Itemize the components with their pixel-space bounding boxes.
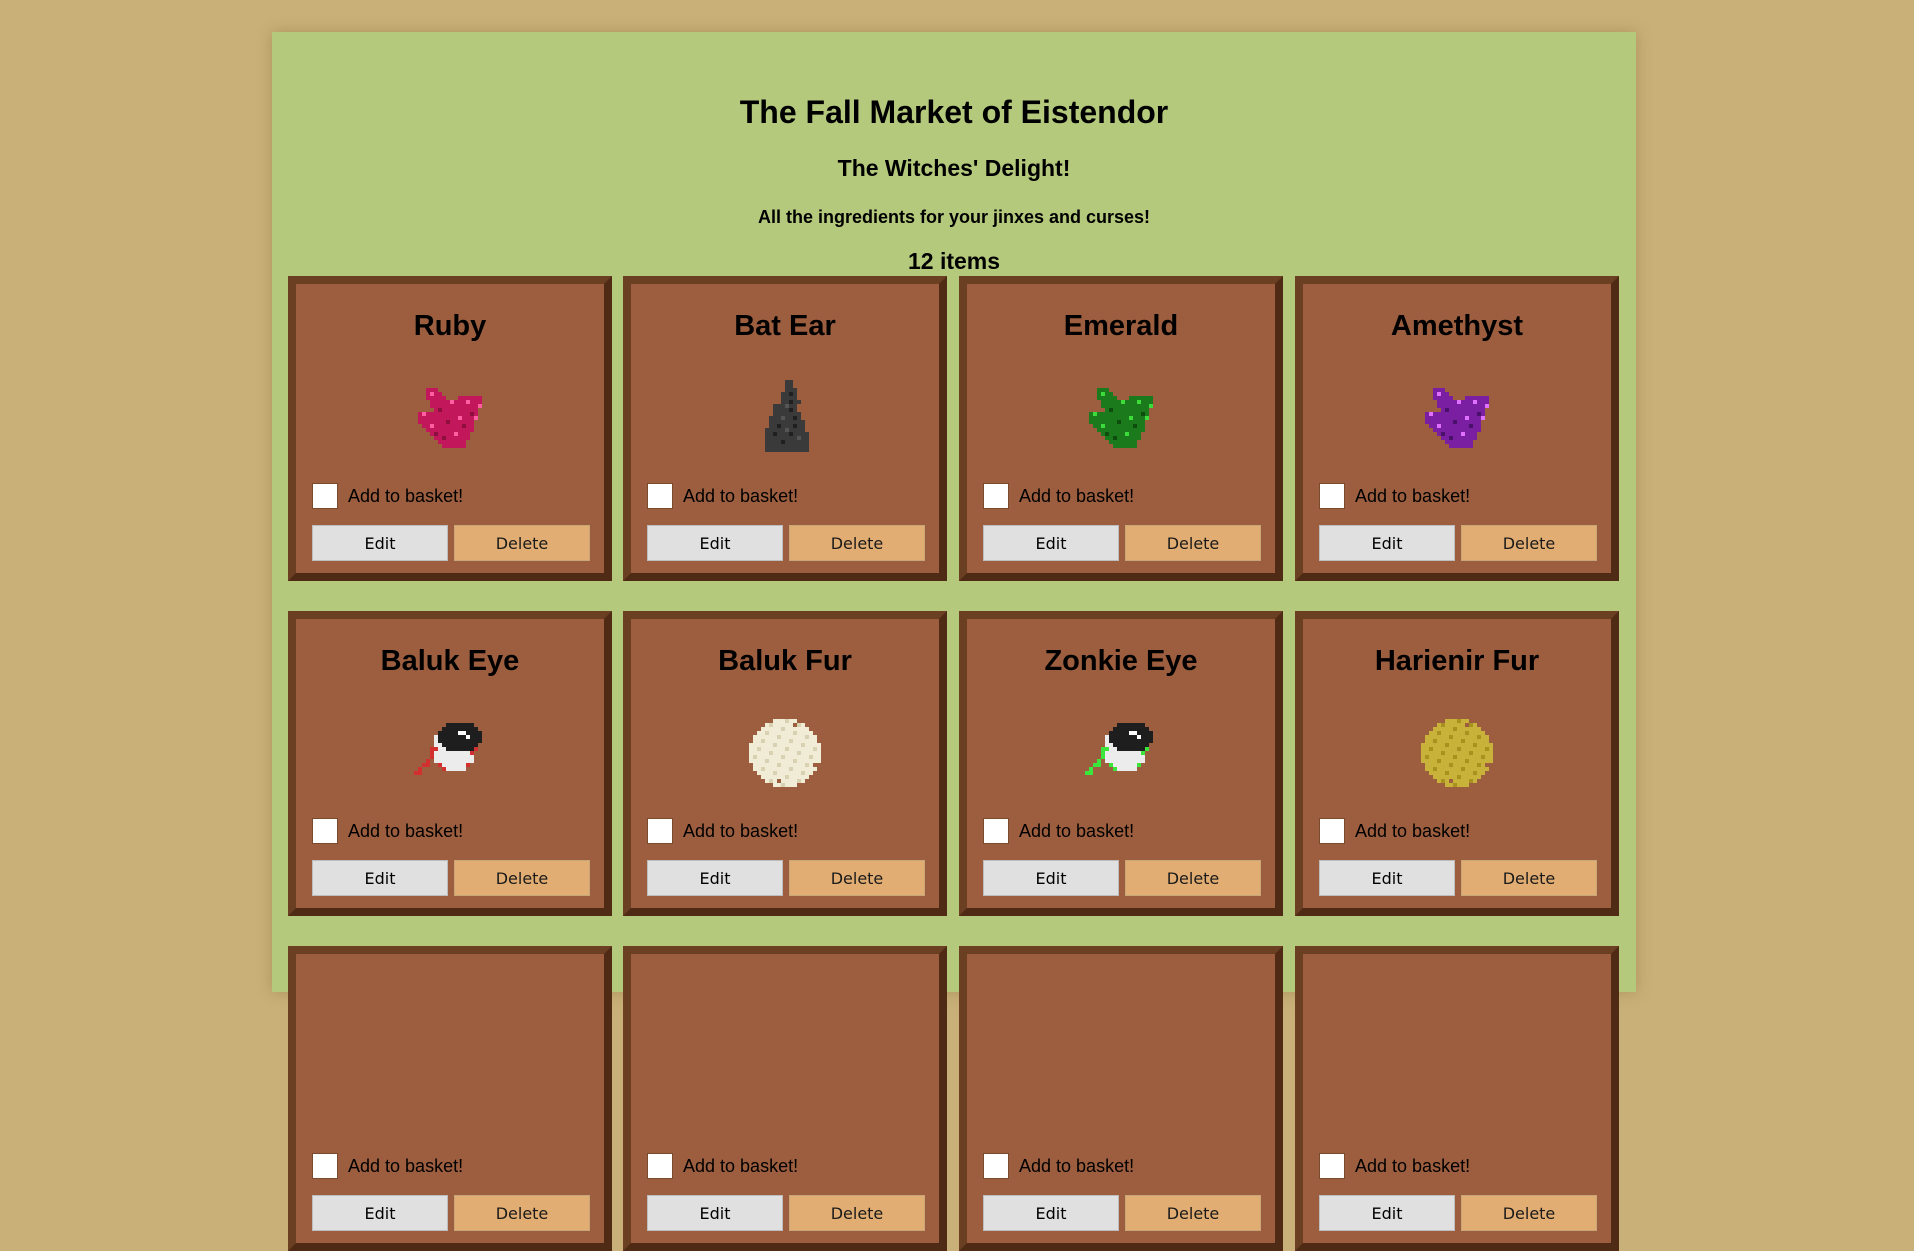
amethyst-gem-icon	[1417, 372, 1497, 460]
basket-checkbox[interactable]	[1319, 483, 1345, 509]
delete-button[interactable]: Delete	[1125, 525, 1261, 561]
item-name: Baluk Fur	[718, 645, 852, 677]
delete-button[interactable]: Delete	[1461, 525, 1597, 561]
basket-checkbox[interactable]	[647, 818, 673, 844]
item-name: Ruby	[413, 310, 487, 342]
item-icon	[410, 1042, 490, 1130]
item-icon	[745, 1042, 825, 1130]
item-card: Add to basket! Edit Delete	[623, 946, 947, 1251]
delete-button[interactable]: Delete	[1125, 1195, 1261, 1231]
item-name: Amethyst	[1390, 310, 1524, 342]
basket-label: Add to basket!	[348, 820, 464, 841]
delete-button[interactable]: Delete	[789, 525, 925, 561]
edit-button[interactable]: Edit	[312, 1195, 448, 1231]
add-to-basket[interactable]: Add to basket!	[647, 816, 798, 846]
basket-label: Add to basket!	[683, 1155, 799, 1176]
basket-label: Add to basket!	[348, 1155, 464, 1176]
add-to-basket[interactable]: Add to basket!	[1319, 481, 1470, 511]
basket-label: Add to basket!	[683, 485, 799, 506]
add-to-basket[interactable]: Add to basket!	[647, 1151, 798, 1181]
edit-button[interactable]: Edit	[1319, 525, 1455, 561]
basket-checkbox[interactable]	[312, 818, 338, 844]
basket-label: Add to basket!	[1355, 820, 1471, 841]
basket-checkbox[interactable]	[983, 483, 1009, 509]
basket-label: Add to basket!	[683, 820, 799, 841]
add-to-basket[interactable]: Add to basket!	[983, 1151, 1134, 1181]
edit-button[interactable]: Edit	[647, 1195, 783, 1231]
item-card: Emerald Add to basket! Edit Delete	[959, 276, 1283, 581]
delete-button[interactable]: Delete	[789, 860, 925, 896]
delete-button[interactable]: Delete	[1461, 1195, 1597, 1231]
item-name: Emerald	[1063, 310, 1179, 342]
add-to-basket[interactable]: Add to basket!	[312, 481, 463, 511]
delete-button[interactable]: Delete	[454, 1195, 590, 1231]
edit-button[interactable]: Edit	[983, 525, 1119, 561]
basket-label: Add to basket!	[1355, 1155, 1471, 1176]
page-title: The Fall Market of Eistendor	[739, 94, 1169, 130]
page-tagline: All the ingredients for your jinxes and …	[757, 207, 1151, 227]
delete-button[interactable]: Delete	[454, 860, 590, 896]
add-to-basket[interactable]: Add to basket!	[983, 481, 1134, 511]
baluk-fur-icon	[745, 707, 825, 795]
page-subtitle: The Witches' Delight!	[837, 155, 1071, 181]
baluk-eye-icon	[410, 707, 490, 795]
harienir-fur-icon	[1417, 707, 1497, 795]
item-card: Harienir Fur Add to basket! Edit Delete	[1295, 611, 1619, 916]
add-to-basket[interactable]: Add to basket!	[647, 481, 798, 511]
item-card: Add to basket! Edit Delete	[959, 946, 1283, 1251]
basket-checkbox[interactable]	[312, 1153, 338, 1179]
edit-button[interactable]: Edit	[1319, 1195, 1455, 1231]
basket-label: Add to basket!	[1019, 485, 1135, 506]
edit-button[interactable]: Edit	[983, 1195, 1119, 1231]
emerald-gem-icon	[1081, 372, 1161, 460]
item-name: Harienir Fur	[1374, 645, 1540, 677]
basket-label: Add to basket!	[1355, 485, 1471, 506]
item-card: Amethyst Add to basket! Edit Delete	[1295, 276, 1619, 581]
basket-label: Add to basket!	[348, 485, 464, 506]
item-icon	[1081, 1042, 1161, 1130]
basket-label: Add to basket!	[1019, 820, 1135, 841]
edit-button[interactable]: Edit	[647, 525, 783, 561]
item-card: Add to basket! Edit Delete	[1295, 946, 1619, 1251]
edit-button[interactable]: Edit	[312, 525, 448, 561]
basket-checkbox[interactable]	[312, 483, 338, 509]
bat-ear-icon	[745, 372, 825, 460]
add-to-basket[interactable]: Add to basket!	[1319, 1151, 1470, 1181]
item-count: 12 items	[907, 248, 1001, 274]
item-card: Baluk Eye Add to basket! Edit Delete	[288, 611, 612, 916]
basket-checkbox[interactable]	[647, 483, 673, 509]
item-card: Zonkie Eye Add to basket! Edit Delete	[959, 611, 1283, 916]
edit-button[interactable]: Edit	[647, 860, 783, 896]
item-name: Zonkie Eye	[1044, 645, 1198, 677]
item-icon	[1417, 1042, 1497, 1130]
item-card: Ruby Add to basket! Edit Delete	[288, 276, 612, 581]
add-to-basket[interactable]: Add to basket!	[983, 816, 1134, 846]
item-name: Bat Ear	[734, 310, 836, 342]
zonkie-eye-icon	[1081, 707, 1161, 795]
basket-checkbox[interactable]	[983, 818, 1009, 844]
add-to-basket[interactable]: Add to basket!	[1319, 816, 1470, 846]
edit-button[interactable]: Edit	[983, 860, 1119, 896]
add-to-basket[interactable]: Add to basket!	[312, 816, 463, 846]
item-card: Bat Ear Add to basket! Edit Delete	[623, 276, 947, 581]
ruby-gem-icon	[410, 372, 490, 460]
item-name: Baluk Eye	[380, 645, 520, 677]
basket-checkbox[interactable]	[647, 1153, 673, 1179]
basket-checkbox[interactable]	[983, 1153, 1009, 1179]
item-card: Baluk Fur Add to basket! Edit Delete	[623, 611, 947, 916]
basket-label: Add to basket!	[1019, 1155, 1135, 1176]
edit-button[interactable]: Edit	[312, 860, 448, 896]
basket-checkbox[interactable]	[1319, 1153, 1345, 1179]
delete-button[interactable]: Delete	[454, 525, 590, 561]
basket-checkbox[interactable]	[1319, 818, 1345, 844]
add-to-basket[interactable]: Add to basket!	[312, 1151, 463, 1181]
edit-button[interactable]: Edit	[1319, 860, 1455, 896]
item-card: Add to basket! Edit Delete	[288, 946, 612, 1251]
delete-button[interactable]: Delete	[789, 1195, 925, 1231]
delete-button[interactable]: Delete	[1461, 860, 1597, 896]
delete-button[interactable]: Delete	[1125, 860, 1261, 896]
